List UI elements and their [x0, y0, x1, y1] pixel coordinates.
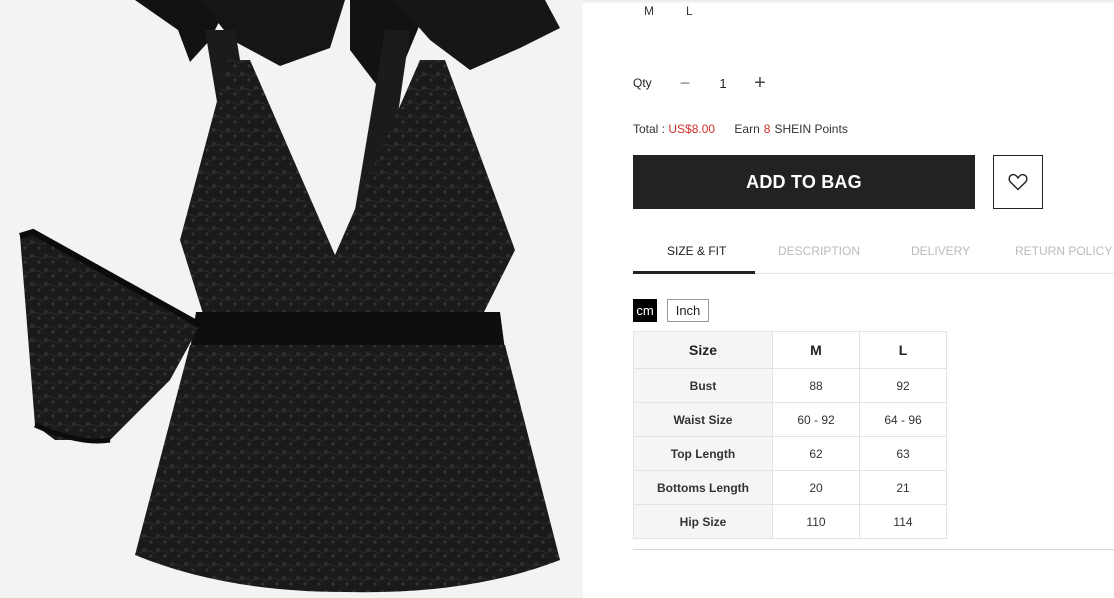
table-row: Bottoms Length 20 21	[633, 470, 947, 505]
section-divider	[633, 549, 1114, 550]
add-to-bag-button[interactable]: ADD TO BAG	[633, 155, 975, 209]
wishlist-button[interactable]	[993, 155, 1043, 209]
total-label: Total :	[633, 122, 669, 136]
cell-m: 88	[772, 368, 860, 403]
cell-m: 20	[772, 470, 860, 505]
qty-value[interactable]: 1	[714, 76, 732, 91]
points-count: 8	[763, 122, 771, 136]
total-price: US$8.00	[668, 122, 716, 136]
active-tab-indicator	[633, 271, 755, 274]
product-details-panel: M L Qty − 1 + Total : US$8.00 Earn 8 SHEIN…	[583, 0, 1114, 598]
table-row: Hip Size 110 114	[633, 504, 947, 539]
qty-label: Qty	[633, 76, 652, 90]
total-row: Total : US$8.00 Earn 8 SHEIN Points	[633, 122, 848, 136]
row-label: Top Length	[633, 436, 773, 471]
cell-m: 62	[772, 436, 860, 471]
product-tabs: SIZE & FIT DESCRIPTION DELIVERY RETURN P…	[633, 232, 1114, 274]
tab-delivery[interactable]: DELIVERY	[911, 244, 970, 258]
header-m: M	[772, 331, 860, 369]
unit-toggle-inch[interactable]: Inch	[667, 299, 709, 322]
table-row: Top Length 62 63	[633, 436, 947, 471]
unit-toggle-cm[interactable]: cm	[633, 299, 657, 322]
cell-l: 21	[859, 470, 947, 505]
size-option-l[interactable]: L	[686, 4, 693, 18]
earn-label: Earn	[734, 122, 760, 136]
header-l: L	[859, 331, 947, 369]
row-label: Waist Size	[633, 402, 773, 437]
lace-babydoll-photo	[0, 0, 583, 598]
table-row: Bust 88 92	[633, 368, 947, 403]
cell-l: 64 - 96	[859, 402, 947, 437]
row-label: Bottoms Length	[633, 470, 773, 505]
cell-l: 63	[859, 436, 947, 471]
cell-l: 114	[859, 504, 947, 539]
cell-l: 92	[859, 368, 947, 403]
tab-return-policy[interactable]: RETURN POLICY	[1015, 244, 1112, 258]
size-option-m[interactable]: M	[644, 4, 654, 18]
cell-m: 110	[772, 504, 860, 539]
header-size: Size	[633, 331, 773, 369]
size-chart-table: Size M L Bust 88 92 Waist Size 60 - 92 6…	[633, 331, 947, 539]
row-label: Bust	[633, 368, 773, 403]
heart-outline-icon	[1008, 173, 1028, 191]
table-row: Waist Size 60 - 92 64 - 96	[633, 402, 947, 437]
qty-decrement-button[interactable]: −	[677, 74, 693, 92]
table-header-row: Size M L	[633, 331, 947, 369]
row-label: Hip Size	[633, 504, 773, 539]
tab-description[interactable]: DESCRIPTION	[778, 244, 860, 258]
top-divider	[583, 0, 1114, 4]
qty-increment-button[interactable]: +	[751, 73, 769, 93]
cell-m: 60 - 92	[772, 402, 860, 437]
product-image	[0, 0, 583, 598]
tab-size-fit[interactable]: SIZE & FIT	[667, 244, 726, 258]
points-suffix: SHEIN Points	[774, 122, 848, 136]
